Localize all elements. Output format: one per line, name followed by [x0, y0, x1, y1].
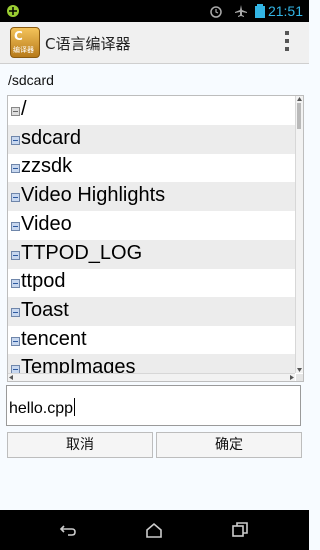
file-list[interactable]: / sdcard zzsdk Video Highlights Video TTPOD_L… — [7, 95, 304, 382]
folder-row[interactable]: ttpod — [8, 268, 295, 297]
folder-row[interactable]: Toast — [8, 296, 295, 326]
folder-name: zzsdk — [21, 155, 73, 178]
status-bar: 21:51 — [0, 0, 309, 22]
folder-icon — [11, 164, 20, 174]
scrollbar-corner — [296, 374, 303, 381]
folder-icon — [11, 307, 20, 317]
scroll-left-icon[interactable] — [9, 375, 13, 380]
folder-name: ttpod — [21, 270, 66, 293]
overflow-menu-icon[interactable] — [285, 31, 291, 53]
back-icon[interactable] — [58, 520, 78, 540]
recent-apps-icon[interactable] — [230, 520, 250, 540]
android-debug-icon — [7, 5, 19, 17]
folder-name: Toast — [21, 298, 69, 321]
parent-dir-row[interactable]: / — [8, 96, 295, 125]
filename-input[interactable]: hello.cpp — [6, 385, 301, 426]
folder-row[interactable]: TTPOD_LOG — [8, 239, 295, 269]
airplane-mode-icon — [235, 5, 247, 17]
home-icon[interactable] — [144, 520, 164, 540]
scrollbar-thumb[interactable] — [297, 103, 301, 129]
current-path: /sdcard — [8, 72, 54, 88]
folder-name: Video Highlights — [21, 184, 166, 207]
folder-row[interactable]: TempImages — [8, 354, 295, 373]
folder-name: Video — [21, 212, 72, 235]
folder-row[interactable]: Video — [8, 211, 295, 240]
alarm-icon — [210, 6, 222, 18]
horizontal-scrollbar[interactable] — [8, 373, 295, 381]
navigation-bar — [0, 510, 309, 550]
vertical-scrollbar[interactable] — [295, 96, 303, 373]
scroll-up-icon[interactable] — [297, 97, 302, 101]
folder-icon — [11, 193, 20, 203]
clock: 21:51 — [267, 3, 303, 19]
app-icon[interactable]: C 编译器 — [10, 27, 40, 58]
scroll-right-icon[interactable] — [290, 375, 294, 380]
folder-icon — [11, 221, 20, 231]
parent-folder-icon — [11, 107, 20, 116]
action-bar: C 编译器 C语言编译器 — [0, 22, 309, 64]
folder-row[interactable]: Video Highlights — [8, 182, 295, 212]
folder-name: TTPOD_LOG — [21, 241, 143, 264]
folder-row[interactable]: sdcard — [8, 124, 295, 154]
folder-name: tencent — [21, 327, 87, 350]
app-title: C语言编译器 — [45, 35, 131, 53]
ok-button[interactable]: 确定 — [156, 432, 302, 458]
folder-icon — [11, 279, 20, 289]
folder-name: / — [21, 98, 27, 120]
folder-row[interactable]: tencent — [8, 326, 295, 355]
folder-icon — [11, 365, 20, 373]
folder-icon — [11, 135, 20, 145]
folder-row[interactable]: zzsdk — [8, 153, 295, 182]
text-cursor — [74, 398, 76, 416]
cancel-button[interactable]: 取消 — [7, 432, 153, 458]
scroll-down-icon[interactable] — [297, 368, 302, 372]
battery-icon — [255, 4, 265, 18]
folder-icon — [11, 250, 20, 260]
folder-name: TempImages — [21, 356, 136, 373]
folder-name: sdcard — [21, 126, 82, 149]
folder-icon — [11, 336, 20, 346]
